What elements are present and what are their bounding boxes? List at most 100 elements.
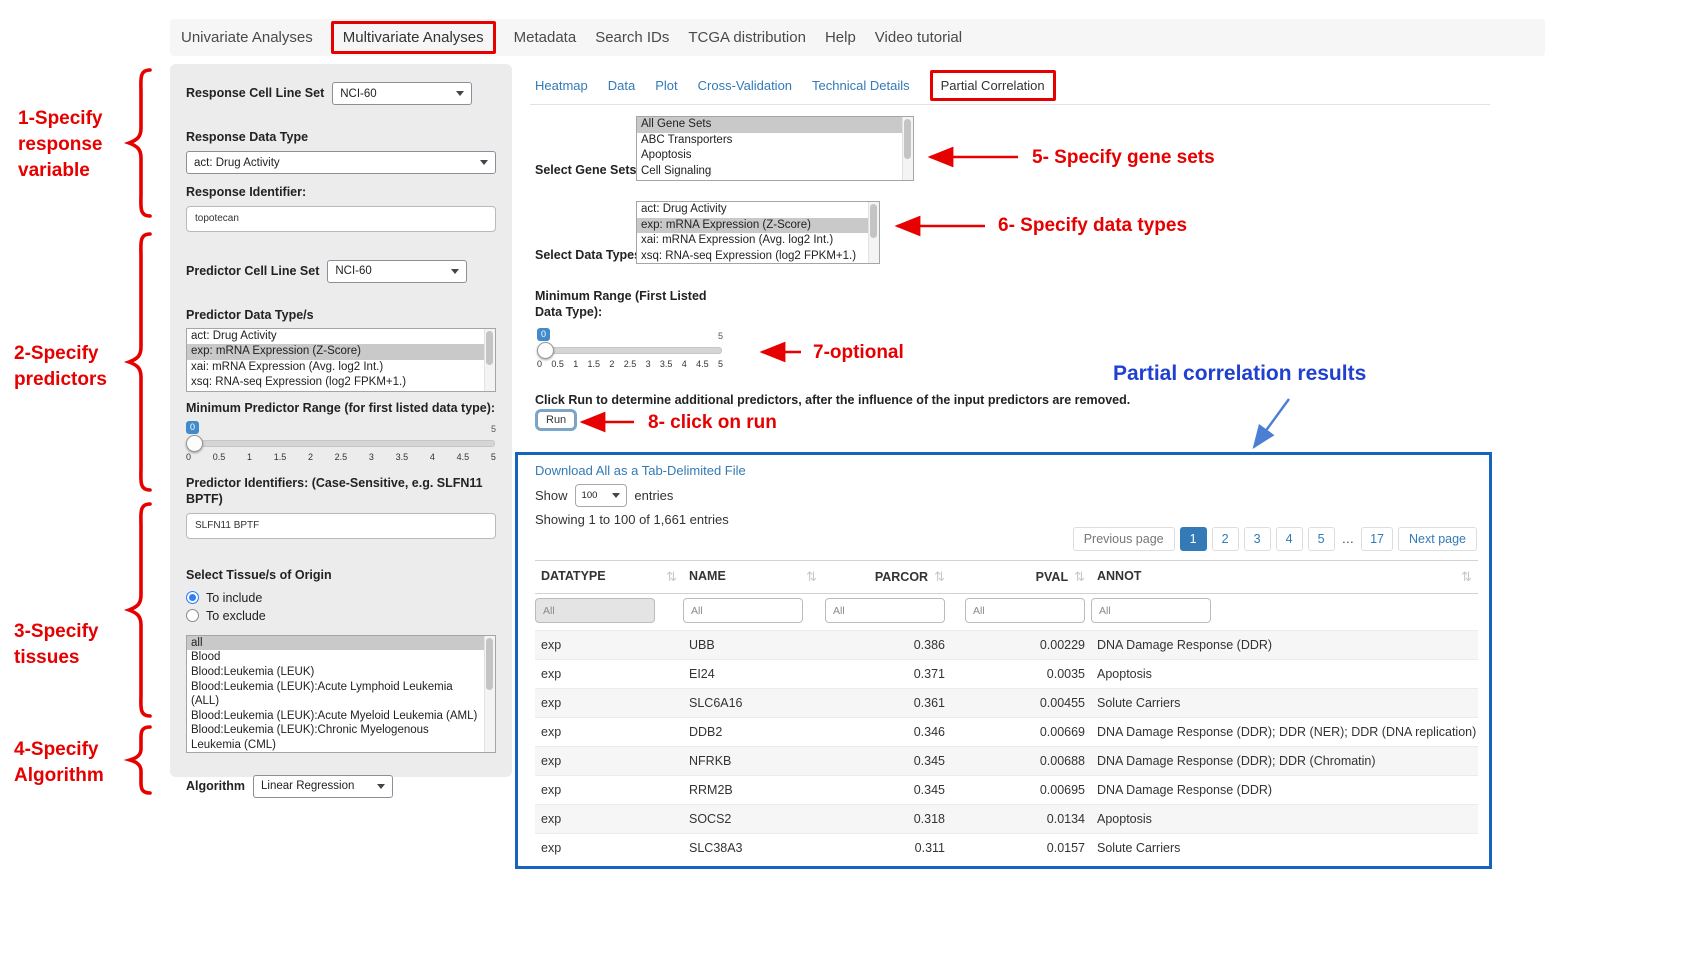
scrollbar[interactable] xyxy=(902,117,913,180)
column-header[interactable]: DATATYPE⇅ xyxy=(535,561,683,594)
list-option[interactable]: exp: mRNA Expression (Z-Score) xyxy=(187,344,485,360)
scrollbar-thumb[interactable] xyxy=(486,331,493,365)
entries-per-page-select[interactable]: 100 xyxy=(575,484,628,507)
previous-page-button[interactable]: Previous page xyxy=(1073,527,1175,551)
list-option[interactable]: Blood:Leukemia (LEUK):Acute Myeloid Leuk… xyxy=(187,709,485,724)
filter-cell xyxy=(951,594,1091,631)
sort-icon[interactable]: ⇅ xyxy=(666,569,677,585)
tab-technical-details[interactable]: Technical Details xyxy=(812,78,910,93)
list-option[interactable]: xsq: RNA-seq Expression (log2 FPKM+1.) xyxy=(637,249,869,264)
response-identifier-input[interactable] xyxy=(186,206,496,232)
list-option[interactable]: Blood:Leukemia (LEUK):Chronic Myelogenou… xyxy=(187,723,485,751)
list-option[interactable]: all xyxy=(187,636,485,651)
page-button[interactable]: 5 xyxy=(1308,527,1335,551)
nav-metadata[interactable]: Metadata xyxy=(513,29,578,46)
slider-track[interactable] xyxy=(538,347,722,354)
nav-univariate-analyses[interactable]: Univariate Analyses xyxy=(180,29,314,46)
column-header[interactable]: ANNOT⇅ xyxy=(1091,561,1478,594)
tab-plot[interactable]: Plot xyxy=(655,78,677,93)
list-option[interactable]: xai: mRNA Expression (Avg. log2 Int.) xyxy=(187,360,485,376)
slider-tick-label: 0 xyxy=(537,359,542,369)
nav-search-ids[interactable]: Search IDs xyxy=(594,29,670,46)
column-header[interactable]: PARCOR⇅ xyxy=(823,561,951,594)
column-header[interactable]: PVAL⇅ xyxy=(951,561,1091,594)
list-option[interactable]: Blood xyxy=(187,650,485,665)
predictor-data-types-listbox[interactable]: act: Drug Activityexp: mRNA Expression (… xyxy=(186,328,496,392)
table-cell: 0.00695 xyxy=(951,776,1091,805)
list-option[interactable]: exp: mRNA Expression (Z-Score) xyxy=(637,218,869,234)
slider-track[interactable] xyxy=(187,440,495,447)
tab-cross-validation[interactable]: Cross-Validation xyxy=(698,78,792,93)
scrollbar[interactable] xyxy=(868,202,879,263)
list-option[interactable]: Apoptosis xyxy=(637,148,903,164)
slider-ticks: 00.511.522.533.544.55 xyxy=(537,359,723,369)
scrollbar-thumb[interactable] xyxy=(486,638,493,690)
tissue-include-radio-row: To include xyxy=(186,591,496,605)
list-option[interactable]: All Gene Sets xyxy=(637,117,903,133)
data-types-listbox[interactable]: act: Drug Activityexp: mRNA Expression (… xyxy=(636,201,880,264)
sort-icon[interactable]: ⇅ xyxy=(806,569,817,585)
download-all-link[interactable]: Download All as a Tab-Delimited File xyxy=(535,463,746,478)
list-option[interactable]: Blood:Leukemia (LEUK) xyxy=(187,665,485,680)
tissue-origin-label: Select Tissue/s of Origin xyxy=(186,567,496,583)
scrollbar[interactable] xyxy=(484,636,495,752)
slider-handle[interactable] xyxy=(186,435,203,452)
algorithm-select[interactable]: Linear Regression xyxy=(253,775,393,798)
page-button[interactable]: 1 xyxy=(1180,527,1207,551)
table-cell: 0.311 xyxy=(823,834,951,863)
column-filter-input[interactable] xyxy=(965,598,1085,623)
column-filter-input[interactable] xyxy=(825,598,945,623)
brace-step2 xyxy=(129,234,150,490)
response-data-type-select[interactable]: act: Drug Activity xyxy=(186,151,496,174)
list-option[interactable]: act: Drug Activity xyxy=(637,202,869,218)
table-cell: Apoptosis xyxy=(1091,660,1478,689)
list-option[interactable]: Blood:Leukemia (LEUK):Acute Lymphoid Leu… xyxy=(187,680,485,709)
list-option[interactable]: xai: mRNA Expression (Avg. log2 Int.) xyxy=(637,233,869,249)
column-filter-input[interactable] xyxy=(1091,598,1211,623)
nav-video-tutorial[interactable]: Video tutorial xyxy=(874,29,963,46)
next-page-button[interactable]: Next page xyxy=(1398,527,1477,551)
page-buttons: 12345…17 xyxy=(1180,527,1393,551)
nav-multivariate-analyses[interactable]: Multivariate Analyses xyxy=(331,21,496,54)
list-option[interactable]: ABC Transporters xyxy=(637,133,903,149)
page-button[interactable]: 4 xyxy=(1276,527,1303,551)
scrollbar-thumb[interactable] xyxy=(904,119,911,159)
gene-sets-listbox[interactable]: All Gene SetsABC TransportersApoptosisCe… xyxy=(636,116,914,181)
scrollbar[interactable] xyxy=(484,329,495,391)
tab-heatmap[interactable]: Heatmap xyxy=(535,78,588,93)
sort-icon[interactable]: ⇅ xyxy=(934,569,945,584)
slider-tick-label: 0 xyxy=(186,452,191,462)
select-value: NCI-60 xyxy=(340,88,376,100)
run-button[interactable]: Run xyxy=(537,411,575,429)
list-option[interactable]: act: Drug Activity xyxy=(187,329,485,345)
nav-tcga-distribution[interactable]: TCGA distribution xyxy=(687,29,807,46)
min-predictor-range-slider[interactable]: 0 5 00.511.522.533.544.55 xyxy=(186,421,496,467)
response-cell-line-set-select[interactable]: NCI-60 xyxy=(332,82,472,105)
slider-handle[interactable] xyxy=(537,342,554,359)
table-row: expSOCS20.3180.0134Apoptosis xyxy=(535,805,1478,834)
radio-to-exclude[interactable] xyxy=(186,609,199,622)
page-button[interactable]: 17 xyxy=(1361,527,1393,551)
algorithm-row: Algorithm Linear Regression xyxy=(186,775,496,798)
list-option[interactable]: Cell Signaling xyxy=(637,164,903,180)
sort-icon[interactable]: ⇅ xyxy=(1074,569,1085,584)
radio-to-include[interactable] xyxy=(186,591,199,604)
select-value: Linear Regression xyxy=(261,780,354,792)
column-filter-input[interactable] xyxy=(535,598,655,623)
sort-icon[interactable]: ⇅ xyxy=(1461,569,1472,585)
column-header[interactable]: NAME⇅ xyxy=(683,561,823,594)
tab-data[interactable]: Data xyxy=(608,78,635,93)
annotation-results-title: Partial correlation results xyxy=(1113,362,1366,386)
column-filter-input[interactable] xyxy=(683,598,803,623)
page-button[interactable]: 2 xyxy=(1212,527,1239,551)
predictor-cell-line-set-select[interactable]: NCI-60 xyxy=(327,260,467,283)
list-option[interactable]: xsq: RNA-seq Expression (log2 FPKM+1.) xyxy=(187,375,485,391)
nav-help[interactable]: Help xyxy=(824,29,857,46)
predictor-identifiers-input[interactable] xyxy=(186,513,496,539)
min-range-slider[interactable]: 0 5 00.511.522.533.544.55 xyxy=(537,328,723,374)
select-value: act: Drug Activity xyxy=(194,157,280,169)
page-button[interactable]: 3 xyxy=(1244,527,1271,551)
scrollbar-thumb[interactable] xyxy=(870,204,877,238)
tissue-listbox[interactable]: allBloodBlood:Leukemia (LEUK)Blood:Leuke… xyxy=(186,635,496,753)
tab-partial-correlation[interactable]: Partial Correlation xyxy=(930,70,1056,101)
